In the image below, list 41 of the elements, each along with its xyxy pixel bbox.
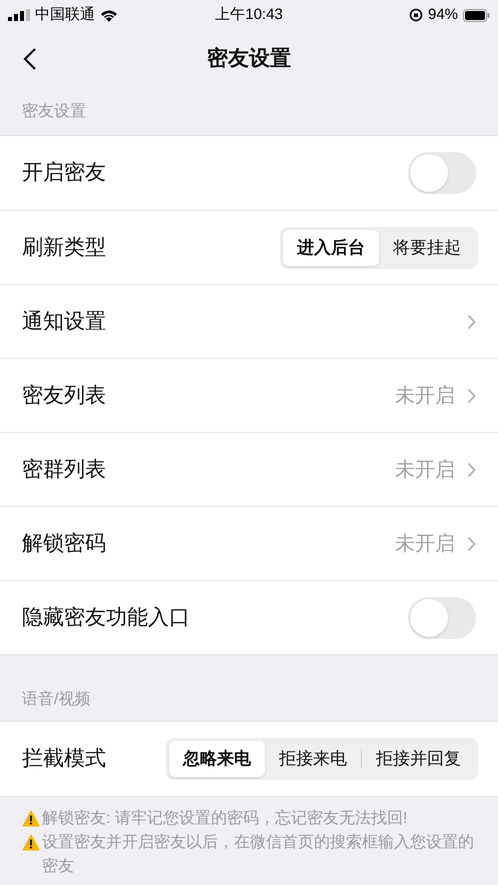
wifi-icon [100, 8, 118, 22]
warning-icon [22, 810, 40, 827]
toggle-switch[interactable] [408, 152, 476, 194]
setting-label: 刷新类型 [22, 234, 107, 261]
segment-option[interactable]: 将要挂起 [379, 230, 475, 266]
signal-icon [8, 9, 30, 21]
warning-note: 设置密友并开启密友以后，在微信首页的搜索框输入您设置的密友 [42, 832, 475, 877]
battery-percent: 94% [428, 4, 458, 25]
carrier-name: 中国联通 [35, 4, 95, 25]
settings-row[interactable]: 解锁密码 未开启 [0, 506, 498, 580]
segment-option[interactable]: 进入后台 [283, 230, 379, 266]
status-value: 未开启 [395, 458, 455, 482]
segment-option[interactable]: 忽略来电 [169, 741, 265, 777]
warning-icon [22, 834, 40, 851]
rotation-lock-icon [408, 8, 423, 22]
segment-option[interactable]: 拒接来电 [265, 741, 361, 777]
status-time: 上午10:43 [214, 4, 284, 25]
warning-note: 解锁密友: 请牢记您设置的密码，忘记密友无法找回! [42, 808, 408, 829]
segment-option[interactable]: 拒接并回复 [362, 741, 475, 777]
chevron-icon [467, 314, 476, 330]
settings-row[interactable]: 通知设置 [0, 284, 498, 358]
toggle-switch[interactable] [408, 596, 476, 638]
settings-row[interactable]: 密群列表 未开启 [0, 432, 498, 506]
status-value: 未开启 [395, 384, 455, 408]
page-title: 密友设置 [207, 46, 291, 72]
setting-label: 解锁密码 [22, 530, 107, 557]
chevron-icon [467, 388, 476, 404]
settings-row[interactable]: 密友列表 未开启 [0, 358, 498, 432]
setting-label: 开启密友 [22, 160, 107, 186]
back-icon [23, 47, 37, 71]
status-value: 未开启 [395, 532, 455, 556]
setting-label: 拦截模式 [22, 746, 107, 772]
section-header: 密友设置 [22, 102, 86, 122]
setting-label: 密友列表 [22, 382, 107, 409]
battery-icon [463, 8, 490, 22]
setting-label: 通知设置 [22, 308, 107, 335]
chevron-icon [467, 462, 476, 478]
setting-label: 密群列表 [22, 456, 107, 483]
chevron-icon [467, 536, 476, 552]
setting-label: 隐藏密友功能入口 [22, 604, 191, 631]
section-header: 语音/视频 [22, 690, 90, 710]
